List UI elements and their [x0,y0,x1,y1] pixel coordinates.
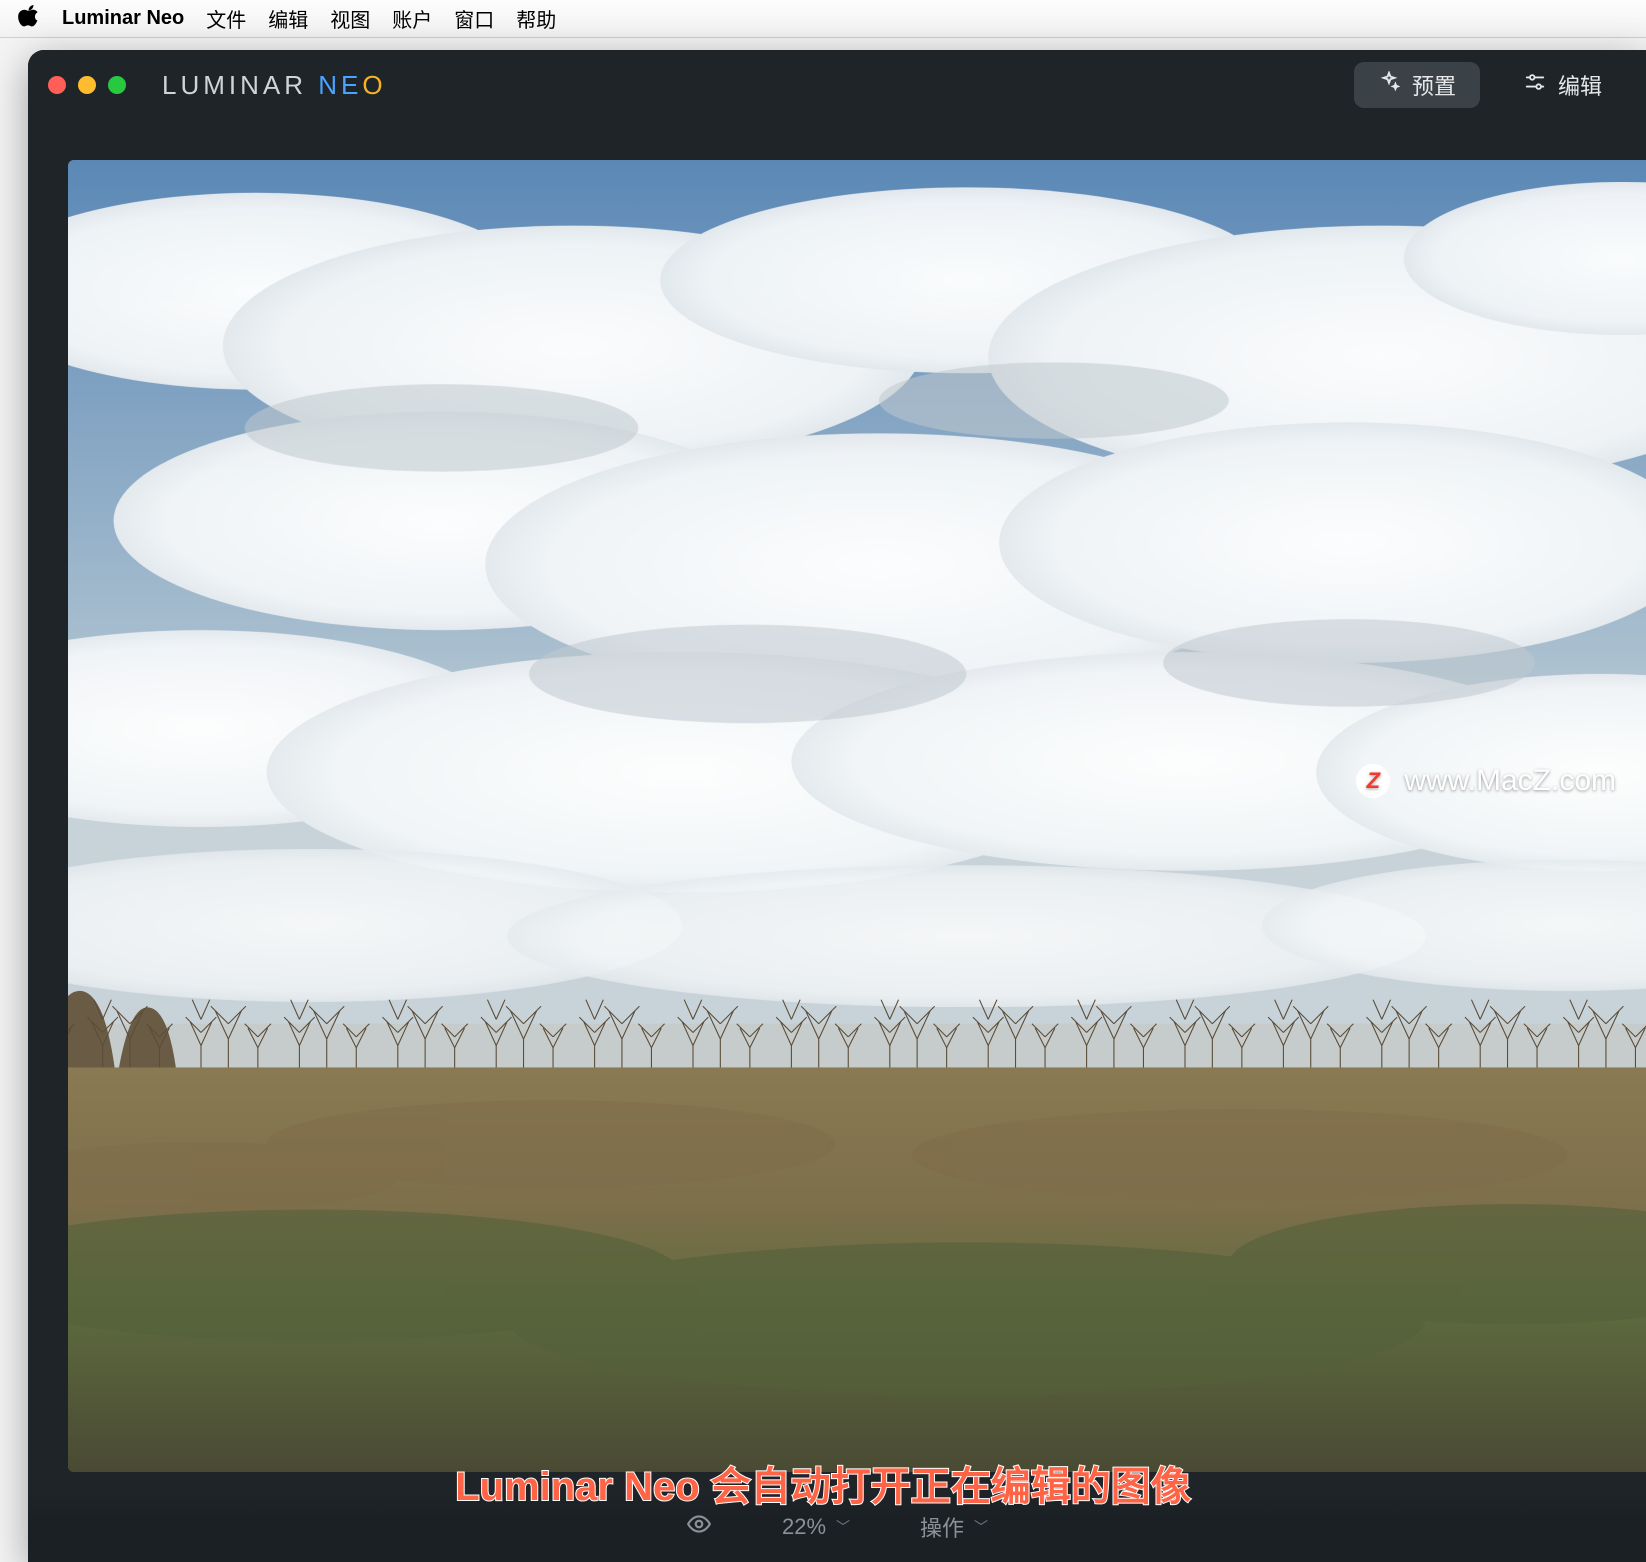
presets-label: 预置 [1412,69,1456,101]
titlebar: LUMINAR NEO 预置 编辑 [28,50,1646,120]
window-controls [48,76,126,94]
apple-logo-icon[interactable] [18,5,40,33]
menubar-app-name[interactable]: Luminar Neo [62,7,184,30]
menubar-item-file[interactable]: 文件 [206,4,246,33]
chevron-down-icon: ﹀ [974,1517,988,1537]
menubar-item-view[interactable]: 视图 [330,4,370,33]
macos-menubar: Luminar Neo 文件 编辑 视图 账户 窗口 帮助 [0,0,1646,38]
mode-switch: 预置 编辑 [1354,62,1626,108]
presets-button[interactable]: 预置 [1354,62,1480,108]
menubar-item-window[interactable]: 窗口 [454,4,494,33]
actions-menu[interactable]: 操作 ﹀ [920,1511,988,1543]
sparkle-icon [1378,71,1400,99]
app-window: LUMINAR NEO 预置 编辑 [28,50,1646,1562]
chevron-down-icon: ﹀ [836,1517,850,1537]
brand-text-a: LUMINAR [162,70,318,100]
brand-text-c: O [362,70,386,100]
menubar-item-account[interactable]: 账户 [392,4,432,33]
watermark: Z www.MacZ.com [1356,764,1616,798]
sliders-icon [1524,71,1546,99]
minimize-icon[interactable] [78,76,96,94]
edit-button[interactable]: 编辑 [1500,62,1626,108]
app-logo: LUMINAR NEO [162,70,387,101]
visibility-toggle[interactable] [686,1511,712,1543]
menubar-item-edit[interactable]: 编辑 [268,4,308,33]
zoom-level[interactable]: 22% ﹀ [782,1514,850,1540]
close-icon[interactable] [48,76,66,94]
actions-label: 操作 [920,1511,964,1543]
eye-icon [686,1511,712,1543]
canvas-area: Z www.MacZ.com 22% ﹀ 操作 ﹀ [28,120,1646,1562]
image-preview[interactable]: Z www.MacZ.com [68,160,1646,1472]
edit-label: 编辑 [1558,69,1602,101]
zoom-value: 22% [782,1514,826,1540]
brand-text-b: NE [318,70,362,100]
menubar-item-help[interactable]: 帮助 [516,4,556,33]
fullscreen-icon[interactable] [108,76,126,94]
status-bar: 22% ﹀ 操作 ﹀ [28,1492,1646,1562]
watermark-badge-icon: Z [1356,764,1390,798]
watermark-text: www.MacZ.com [1404,764,1616,798]
